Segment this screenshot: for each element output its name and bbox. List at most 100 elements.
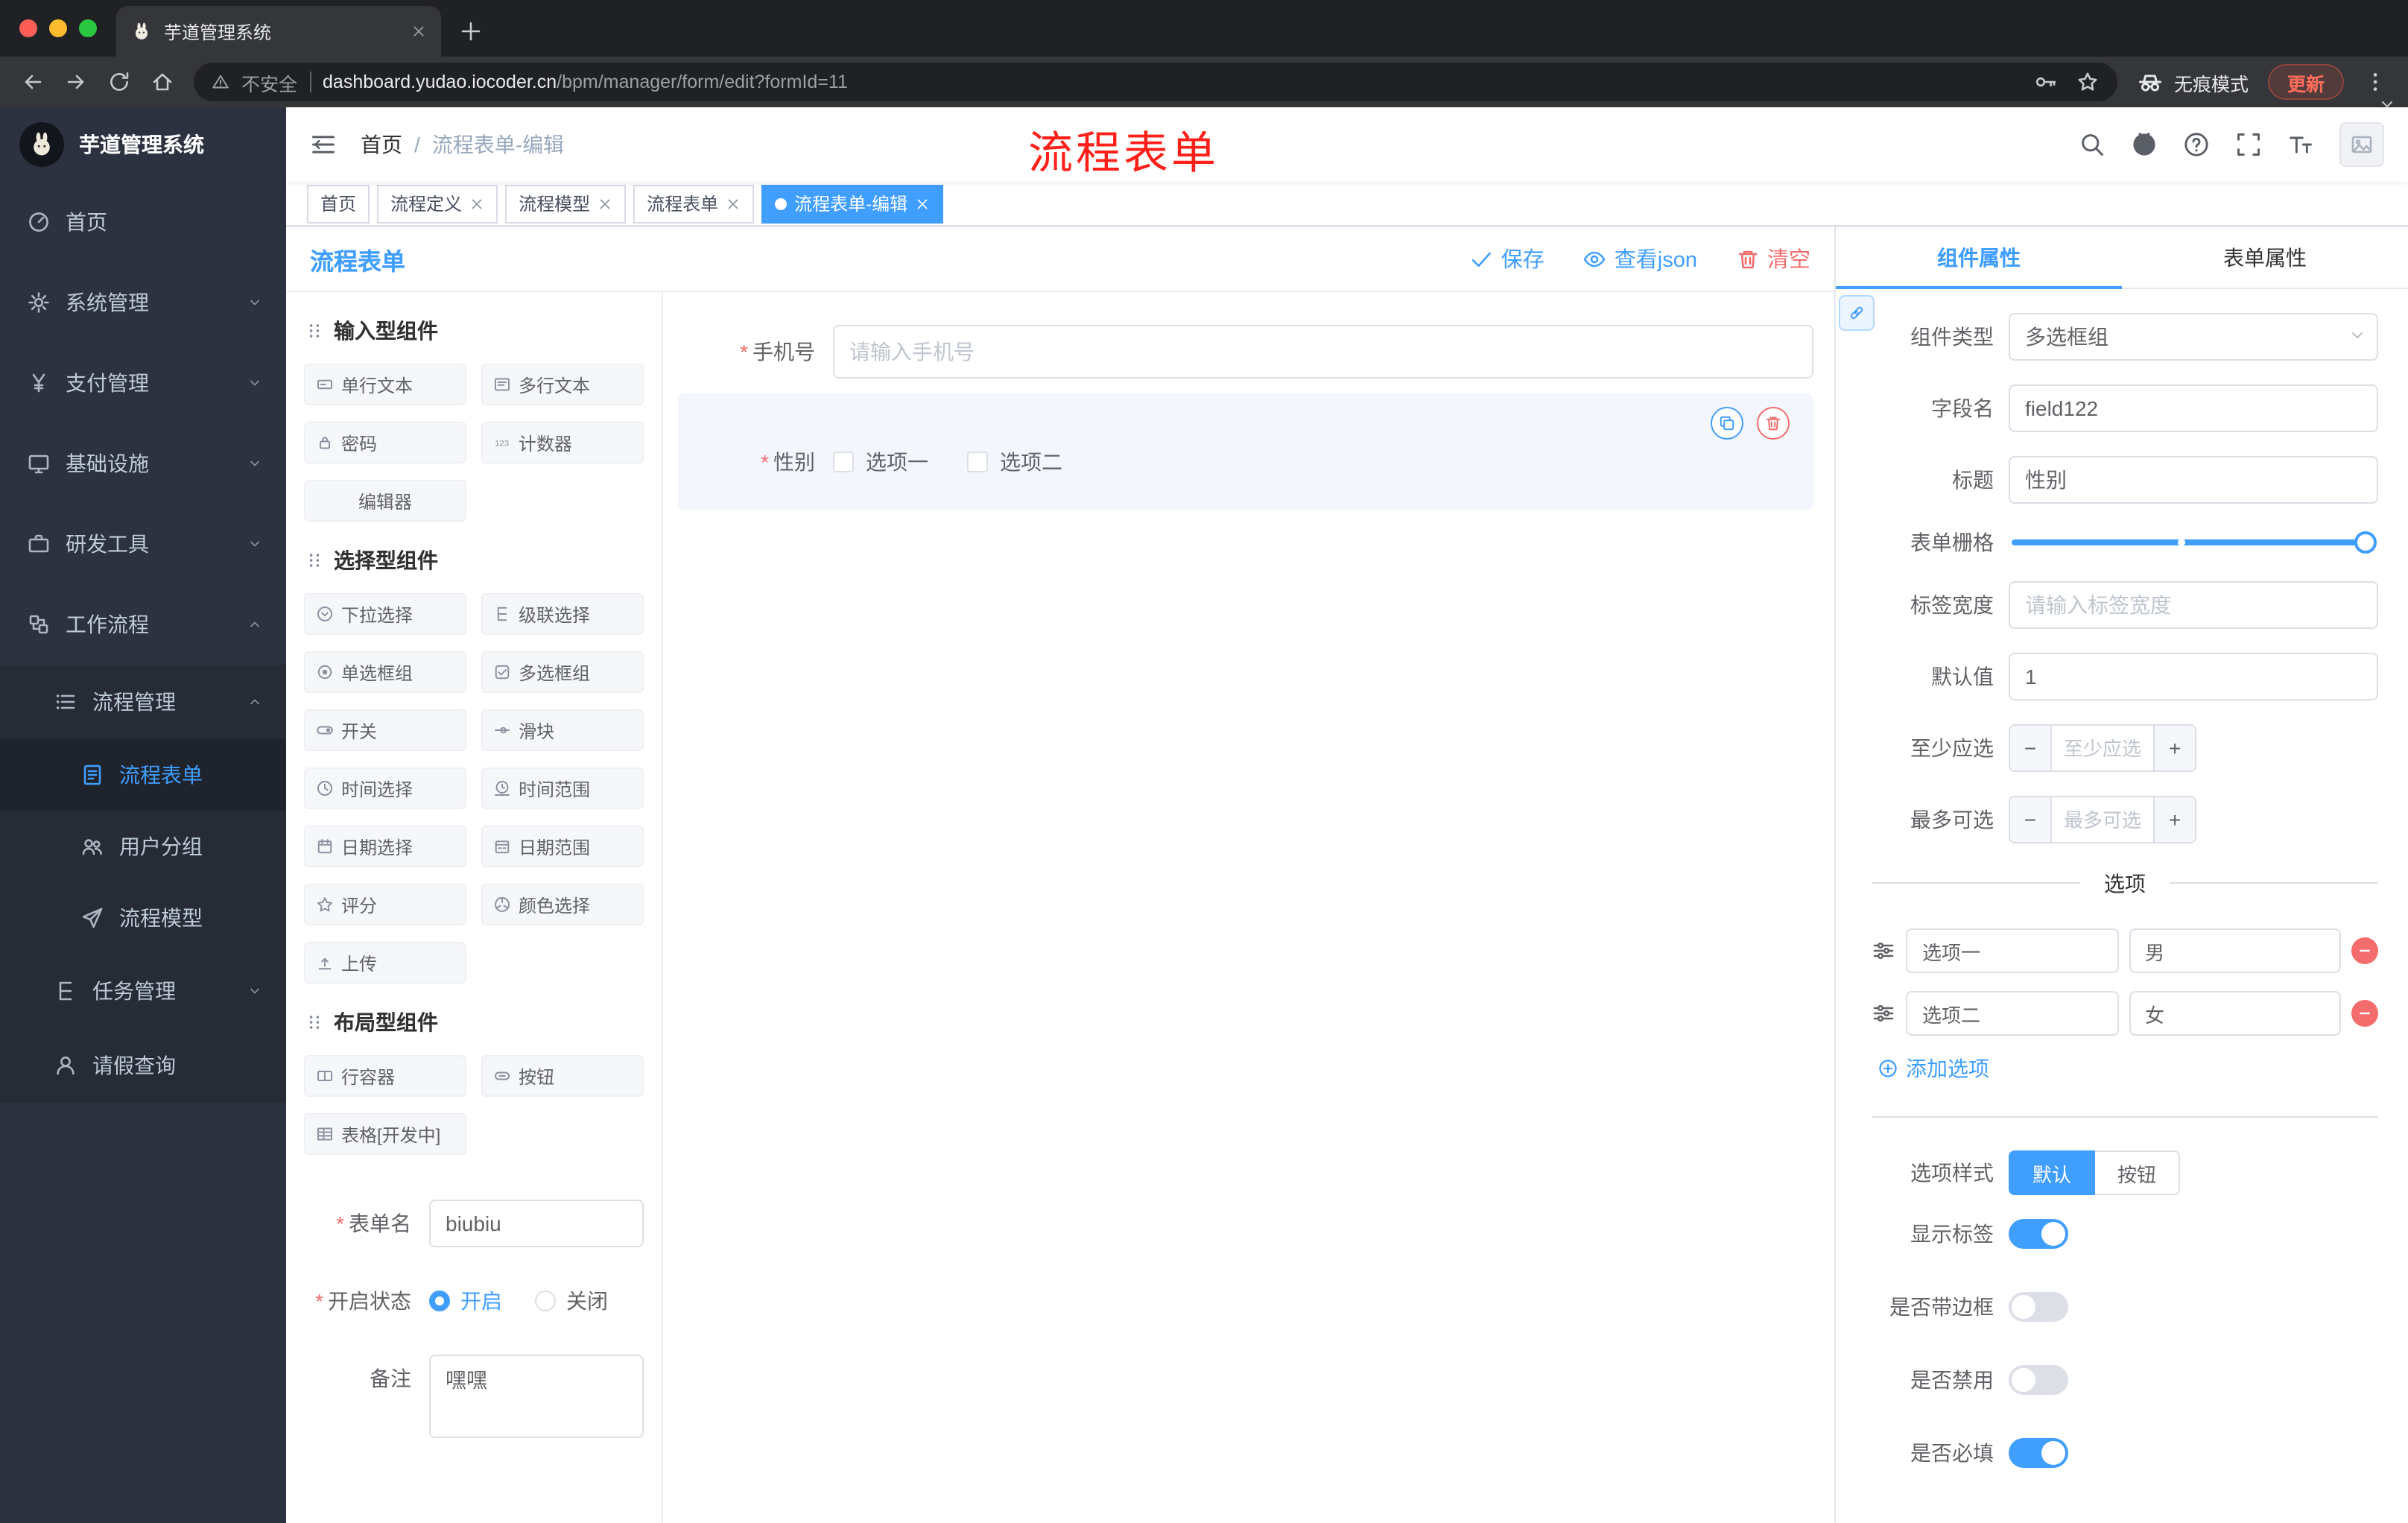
palette-item-button[interactable]: 按钮 [481, 1055, 644, 1097]
tab-component-props[interactable]: 组件属性 [1836, 227, 2122, 289]
palette-item-cascader[interactable]: 级联选择 [481, 593, 644, 635]
slider-handle[interactable] [2354, 531, 2377, 554]
style-default-button[interactable]: 默认 [2009, 1150, 2096, 1195]
address-bar[interactable]: 不安全 dashboard.yudao.iocoder.cn/bpm/manag… [194, 63, 2117, 101]
min-select-input[interactable] [2052, 726, 2153, 770]
default-value-input[interactable] [2009, 653, 2378, 700]
tag-close-icon[interactable] [598, 196, 612, 211]
palette-item-multi-text[interactable]: 多行文本 [481, 364, 644, 405]
remove-option-button[interactable] [2351, 937, 2378, 964]
palette-item-rate[interactable]: 评分 [304, 884, 466, 925]
tag-process-model[interactable]: 流程模型 [505, 184, 627, 223]
palette-item-switch[interactable]: 开关 [304, 709, 466, 751]
tag-process-form-edit[interactable]: 流程表单-编辑 [761, 184, 944, 223]
palette-item-table[interactable]: 表格[开发中] [304, 1113, 466, 1155]
decrease-button[interactable]: − [2010, 797, 2052, 842]
sidebar-item-workflow[interactable]: 工作流程 [0, 584, 286, 665]
github-icon[interactable] [2131, 131, 2158, 158]
reload-icon[interactable] [107, 70, 131, 94]
sidebar-item-infrastructure[interactable]: 基础设施 [0, 423, 286, 504]
copy-field-button[interactable] [1711, 407, 1743, 440]
sidebar-item-payment[interactable]: 支付管理 [0, 343, 286, 423]
add-option-button[interactable]: 添加选项 [1878, 1054, 2378, 1083]
sidebar-item-process-model[interactable]: 流程模型 [0, 882, 286, 954]
decrease-button[interactable]: − [2010, 726, 2052, 770]
increase-button[interactable]: + [2153, 726, 2195, 770]
font-size-icon[interactable] [2287, 131, 2314, 158]
window-minimize-button[interactable] [49, 19, 67, 37]
security-warning-icon[interactable] [212, 73, 229, 91]
window-zoom-button[interactable] [79, 19, 97, 37]
option-drag-icon[interactable] [1872, 1001, 1895, 1025]
disabled-switch[interactable] [2009, 1365, 2068, 1395]
browser-update-button[interactable]: 更新 [2267, 64, 2344, 100]
save-button[interactable]: 保存 [1470, 243, 1544, 274]
form-name-input[interactable] [429, 1200, 644, 1247]
browser-menu-kebab-icon[interactable] [2363, 70, 2387, 94]
browser-tab[interactable]: 芋道管理系统 [116, 6, 441, 57]
sidebar-item-process-form[interactable]: 流程表单 [0, 739, 286, 811]
help-icon[interactable] [2183, 131, 2210, 158]
max-select-input[interactable] [2052, 797, 2153, 842]
grid-slider[interactable] [2012, 531, 2377, 554]
fullscreen-icon[interactable] [2235, 131, 2262, 158]
status-radio-off[interactable]: 关闭 [535, 1286, 608, 1316]
search-icon[interactable] [2079, 131, 2106, 158]
home-icon[interactable] [150, 70, 174, 94]
option-label-input[interactable] [1906, 991, 2118, 1036]
palette-item-time-range[interactable]: 时间范围 [481, 767, 644, 809]
palette-item-radio-group[interactable]: 单选框组 [304, 651, 466, 693]
password-key-icon[interactable] [2034, 70, 2058, 94]
sidebar-item-user-group[interactable]: 用户分组 [0, 811, 286, 882]
phone-input[interactable] [833, 325, 1813, 379]
palette-item-upload[interactable]: 上传 [304, 942, 466, 984]
required-switch[interactable] [2009, 1438, 2068, 1468]
delete-field-button[interactable] [1757, 407, 1790, 440]
bookmark-star-icon[interactable] [2076, 70, 2100, 94]
new-tab-button[interactable] [459, 19, 483, 43]
style-button-button[interactable]: 按钮 [2095, 1150, 2181, 1195]
tab-close-icon[interactable] [411, 24, 426, 39]
border-switch[interactable] [2009, 1292, 2068, 1322]
remove-option-button[interactable] [2351, 1000, 2378, 1027]
label-width-input[interactable] [2009, 581, 2378, 629]
sidebar-toggle-icon[interactable] [310, 131, 337, 158]
tag-process-definition[interactable]: 流程定义 [377, 184, 498, 223]
palette-item-counter[interactable]: 123 计数器 [481, 422, 644, 463]
sidebar-logo[interactable]: 芋道管理系统 [0, 107, 286, 182]
sidebar-item-process-management[interactable]: 流程管理 [0, 665, 286, 739]
increase-button[interactable]: + [2153, 797, 2195, 842]
breadcrumb-home[interactable]: 首页 [361, 130, 402, 159]
palette-item-password[interactable]: 密码 [304, 422, 466, 463]
option-value-input[interactable] [2129, 991, 2341, 1036]
form-remark-textarea[interactable]: 嘿嘿 [429, 1355, 644, 1438]
forward-icon[interactable] [64, 70, 88, 94]
tag-close-icon[interactable] [469, 196, 484, 211]
sidebar-item-leave-query[interactable]: 请假查询 [0, 1028, 286, 1103]
component-type-value[interactable] [2009, 313, 2378, 361]
palette-item-date-range[interactable]: 日期范围 [481, 826, 644, 867]
field-name-input[interactable] [2009, 384, 2378, 432]
palette-item-checkbox-group[interactable]: 多选框组 [481, 651, 644, 693]
sidebar-item-system[interactable]: 系统管理 [0, 262, 286, 343]
sidebar-item-devtools[interactable]: 研发工具 [0, 504, 286, 584]
show-label-switch[interactable] [2009, 1219, 2068, 1249]
palette-item-editor[interactable]: 编辑器 [304, 480, 466, 522]
tag-process-form[interactable]: 流程表单 [633, 184, 755, 223]
view-json-button[interactable]: 查看json [1583, 243, 1697, 274]
palette-item-color[interactable]: 颜色选择 [481, 884, 644, 925]
option-value-input[interactable] [2129, 928, 2341, 973]
palette-item-select[interactable]: 下拉选择 [304, 593, 466, 635]
tab-form-props[interactable]: 表单属性 [2122, 227, 2408, 288]
component-type-select[interactable] [2009, 313, 2378, 361]
canvas-field-phone[interactable]: 手机号 [678, 325, 1813, 379]
title-input[interactable] [2009, 456, 2378, 504]
tag-close-icon[interactable] [915, 196, 930, 211]
palette-item-single-text[interactable]: 单行文本 [304, 364, 466, 405]
option-drag-icon[interactable] [1872, 939, 1895, 963]
clear-button[interactable]: 清空 [1736, 243, 1810, 274]
canvas-field-gender-selected[interactable]: 性别 选项一 选项二 [678, 393, 1813, 510]
palette-item-date[interactable]: 日期选择 [304, 826, 466, 867]
option-label-input[interactable] [1906, 928, 2118, 973]
window-close-button[interactable] [19, 19, 37, 37]
